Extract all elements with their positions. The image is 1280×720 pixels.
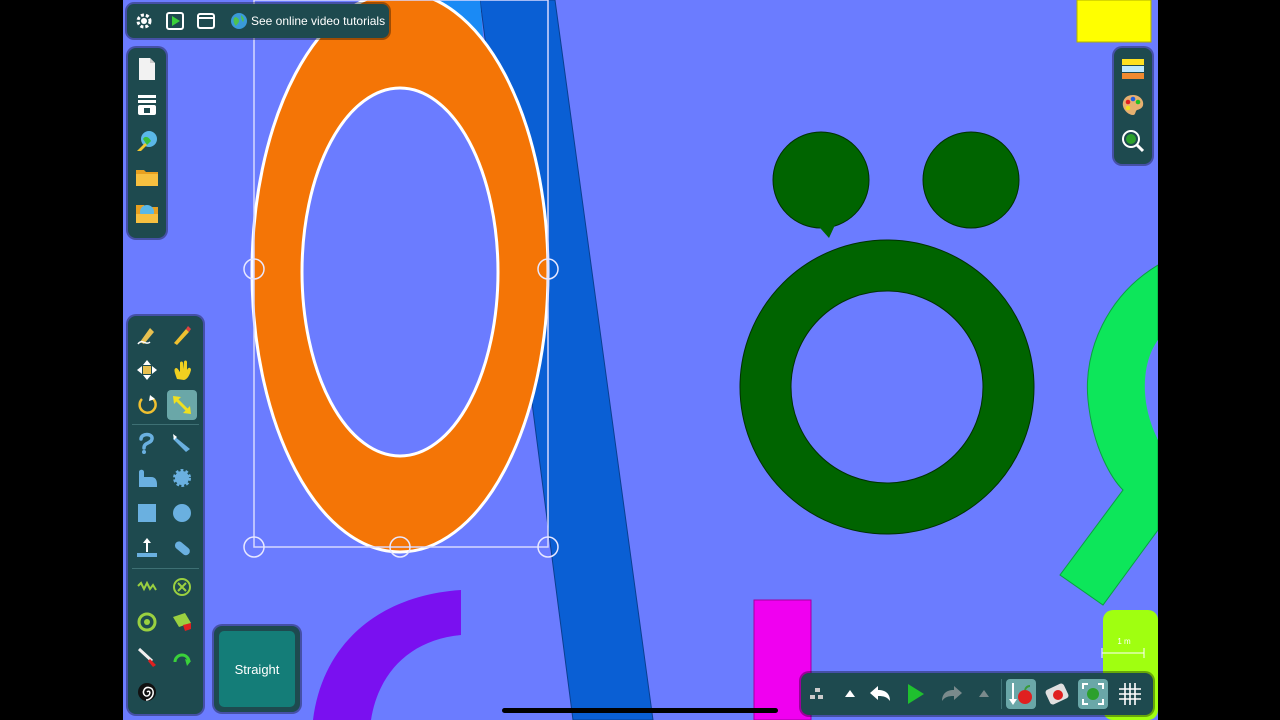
open-online-icon[interactable]: [132, 126, 162, 156]
spiral-tool-icon[interactable]: [132, 677, 162, 707]
scene[interactable]: [123, 0, 1158, 720]
zoom-fit-icon[interactable]: [1118, 126, 1148, 156]
grid-dots-icon[interactable]: [803, 679, 833, 709]
hinge-tool-icon[interactable]: [167, 642, 197, 672]
canvas[interactable]: [123, 0, 1158, 720]
file-panel: [128, 48, 166, 238]
straight-panel: Straight: [214, 626, 300, 712]
laser-tool-icon[interactable]: [167, 533, 197, 563]
grid-icon[interactable]: [1115, 679, 1145, 709]
play-icon[interactable]: [900, 679, 930, 709]
tutorials-link[interactable]: See online video tutorials: [230, 10, 385, 32]
tracer-tool-icon[interactable]: [167, 607, 197, 637]
circle-tool-icon[interactable]: [167, 498, 197, 528]
globe-icon: [231, 13, 247, 29]
new-document-icon[interactable]: [132, 54, 162, 84]
archive-icon[interactable]: [132, 90, 162, 120]
rope-tool-icon[interactable]: [132, 428, 162, 458]
axle-tool-icon[interactable]: [132, 607, 162, 637]
gear-shape-tool-icon[interactable]: [167, 463, 197, 493]
play-square-icon[interactable]: [163, 9, 187, 33]
air-friction-icon[interactable]: [1042, 679, 1072, 709]
redo-icon[interactable]: [937, 679, 967, 709]
yellow-shape[interactable]: [1076, 0, 1152, 43]
folder-icon[interactable]: [132, 162, 162, 192]
box-tool-icon[interactable]: [132, 498, 162, 528]
chevron-up-icon[interactable]: [835, 679, 865, 709]
gear-icon[interactable]: [132, 9, 156, 33]
thruster-tool-icon[interactable]: [132, 642, 162, 672]
right-panel: [1114, 48, 1152, 164]
bottom-toolbar: [801, 673, 1153, 715]
polygon-tool-icon[interactable]: [132, 463, 162, 493]
chevron-up-disabled-icon[interactable]: [969, 679, 999, 709]
tutorials-label: See online video tutorials: [251, 14, 386, 28]
drag-hand-icon[interactable]: [167, 355, 197, 385]
move-tool-icon[interactable]: [132, 355, 162, 385]
undo-icon[interactable]: [865, 679, 895, 709]
purple-arc-shape[interactable]: [313, 590, 461, 720]
green-dot-left[interactable]: [772, 131, 870, 229]
layers-icon[interactable]: [1118, 54, 1148, 84]
sketch-tool-icon[interactable]: [132, 320, 162, 350]
knife-tool-icon[interactable]: [167, 428, 197, 458]
top-toolbar: See online video tutorials: [127, 4, 389, 38]
plane-tool-icon[interactable]: [132, 533, 162, 563]
tools-panel: [128, 316, 203, 714]
orange-ring-hole: [300, 86, 500, 458]
pencil-icon[interactable]: [167, 320, 197, 350]
rotate-tool-icon[interactable]: [132, 390, 162, 420]
light-green-shape[interactable]: [1059, 264, 1158, 606]
green-ring-hole: [790, 290, 984, 484]
gravity-apple-icon[interactable]: [1006, 679, 1036, 709]
follow-camera-icon[interactable]: [1078, 679, 1108, 709]
home-indicator: [502, 708, 778, 713]
window-icon[interactable]: [194, 9, 218, 33]
open-scene-icon[interactable]: [132, 198, 162, 228]
fixate-tool-icon[interactable]: [167, 572, 197, 602]
green-dot-right[interactable]: [922, 131, 1020, 229]
straight-button[interactable]: Straight: [219, 631, 295, 707]
tools-divider: [132, 568, 199, 569]
palette-icon[interactable]: [1118, 90, 1148, 120]
scale-tool-icon[interactable]: [167, 390, 197, 420]
tools-divider: [132, 424, 199, 425]
spring-tool-icon[interactable]: [132, 572, 162, 602]
scale-label: 1 m: [1117, 637, 1131, 646]
bottom-divider: [1001, 679, 1002, 709]
